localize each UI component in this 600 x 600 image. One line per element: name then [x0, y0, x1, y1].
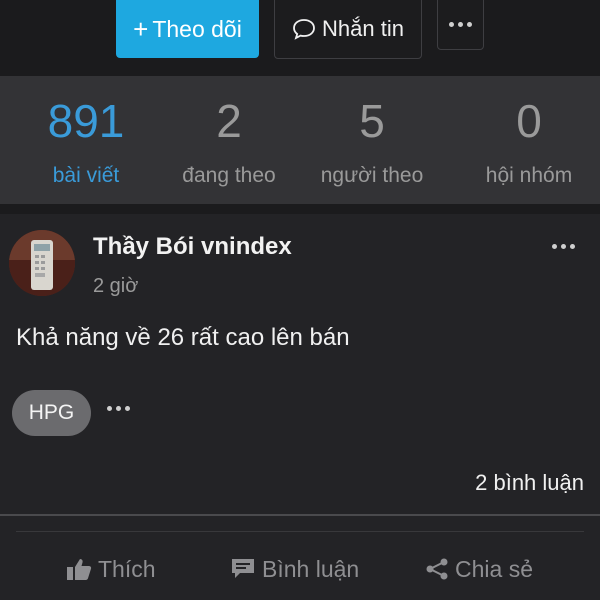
stat-following-value: 2	[216, 95, 242, 147]
like-label: Thích	[98, 555, 156, 582]
stat-posts[interactable]: 891 bài viết	[0, 76, 172, 204]
comment-label: Bình luận	[262, 555, 360, 582]
stat-groups-value: 0	[516, 95, 542, 147]
comment-button[interactable]: Bình luận	[230, 544, 359, 594]
stat-posts-value: 891	[47, 95, 125, 147]
stat-following-label: đang theo	[182, 164, 276, 187]
more-options-button[interactable]	[437, 0, 484, 50]
message-label: Nhắn tin	[322, 15, 404, 41]
share-icon	[426, 558, 448, 580]
plus-icon: +	[133, 14, 149, 44]
stat-following[interactable]: 2 đang theo	[172, 76, 286, 204]
thumbs-up-icon	[67, 559, 92, 580]
divider	[0, 514, 600, 516]
stat-groups[interactable]: 0 hội nhóm	[458, 76, 600, 204]
follow-label: Theo dõi	[152, 15, 242, 42]
ellipsis-icon	[106, 405, 130, 411]
comment-icon	[232, 559, 254, 578]
stat-posts-label: bài viết	[52, 164, 120, 187]
post-card: Thầy Bói vnindex 2 giờ Khả năng về 26 rấ…	[0, 214, 600, 600]
ellipsis-icon	[449, 21, 472, 27]
ellipsis-icon	[551, 243, 575, 249]
comment-count[interactable]: 2 bình luận	[475, 470, 584, 496]
post-actions: Thích Bình luận Chia sẻ	[0, 544, 600, 594]
stat-followers-label: người theo	[320, 164, 424, 187]
profile-action-bar: + Theo dõi Nhắn tin	[0, 0, 600, 76]
avatar-image	[9, 230, 75, 296]
stat-followers[interactable]: 5 người theo	[286, 76, 458, 204]
post-content: Khả năng về 26 rất cao lên bán	[16, 324, 350, 351]
message-button[interactable]: Nhắn tin	[274, 0, 422, 59]
divider	[16, 531, 584, 532]
like-button[interactable]: Thích	[66, 544, 156, 594]
stat-groups-label: hội nhóm	[485, 164, 573, 187]
share-label: Chia sẻ	[455, 555, 533, 582]
speech-bubble-icon	[293, 18, 315, 40]
stock-tag[interactable]: HPG	[12, 390, 91, 436]
share-button[interactable]: Chia sẻ	[425, 544, 533, 594]
post-author[interactable]: Thầy Bói vnindex	[93, 233, 292, 261]
tag-more-button[interactable]	[102, 398, 134, 418]
avatar[interactable]	[9, 230, 75, 296]
stat-followers-value: 5	[359, 95, 385, 147]
follow-button[interactable]: + Theo dõi	[116, 0, 259, 58]
profile-stats: 891 bài viết 2 đang theo 5 người theo 0 …	[0, 76, 600, 204]
post-more-button[interactable]	[545, 236, 581, 256]
post-time: 2 giờ	[93, 275, 139, 297]
